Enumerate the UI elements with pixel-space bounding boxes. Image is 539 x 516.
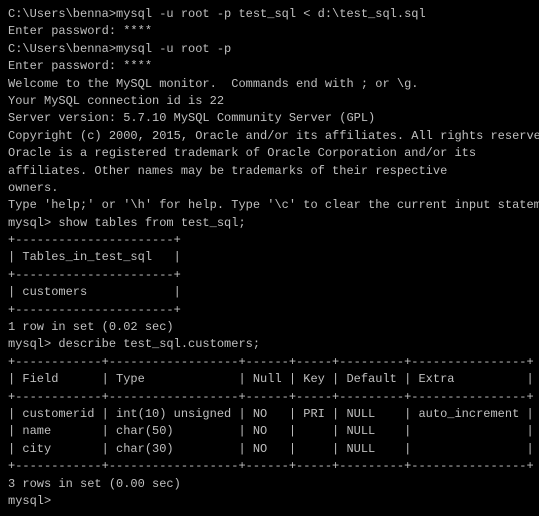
terminal-line-33: +------------+------------------+------+…	[8, 458, 531, 475]
terminal-line-22: | customers |	[8, 284, 531, 301]
terminal-line-16: Type 'help;' or '\h' for help. Type '\c'…	[8, 197, 531, 214]
terminal-line-23: +----------------------+	[8, 302, 531, 319]
terminal-line-6: Welcome to the MySQL monitor. Commands e…	[8, 76, 531, 93]
terminal-line-26: mysql> describe test_sql.customers;	[8, 336, 531, 353]
terminal-line-14: owners.	[8, 180, 531, 197]
terminal-line-36: mysql>	[8, 493, 531, 510]
terminal-line-12: Oracle is a registered trademark of Orac…	[8, 145, 531, 162]
terminal-line-1: C:\Users\benna>mysql -u root -p test_sql…	[8, 6, 531, 23]
terminal-line-19: +----------------------+	[8, 232, 531, 249]
terminal-line-21: +----------------------+	[8, 267, 531, 284]
terminal-line-20: | Tables_in_test_sql |	[8, 249, 531, 266]
terminal-line-4: C:\Users\benna>mysql -u root -p	[8, 41, 531, 58]
terminal-line-30: | customerid | int(10) unsigned | NO | P…	[8, 406, 531, 423]
terminal-line-18: mysql> show tables from test_sql;	[8, 215, 531, 232]
terminal-line-13: affiliates. Other names may be trademark…	[8, 163, 531, 180]
terminal-line-32: | city | char(30) | NO | | NULL | |	[8, 441, 531, 458]
terminal-line-29: +------------+------------------+------+…	[8, 389, 531, 406]
terminal-line-2: Enter password: ****	[8, 23, 531, 40]
terminal-line-8: Server version: 5.7.10 MySQL Community S…	[8, 110, 531, 127]
terminal-line-24: 1 row in set (0.02 sec)	[8, 319, 531, 336]
terminal-line-5: Enter password: ****	[8, 58, 531, 75]
terminal-line-31: | name | char(50) | NO | | NULL | |	[8, 423, 531, 440]
terminal-line-7: Your MySQL connection id is 22	[8, 93, 531, 110]
terminal-line-34: 3 rows in set (0.00 sec)	[8, 476, 531, 493]
terminal-line-10: Copyright (c) 2000, 2015, Oracle and/or …	[8, 128, 531, 145]
terminal-line-27: +------------+------------------+------+…	[8, 354, 531, 371]
terminal-window: C:\Users\benna>mysql -u root -p test_sql…	[8, 6, 531, 510]
terminal-line-28: | Field | Type | Null | Key | Default | …	[8, 371, 531, 388]
